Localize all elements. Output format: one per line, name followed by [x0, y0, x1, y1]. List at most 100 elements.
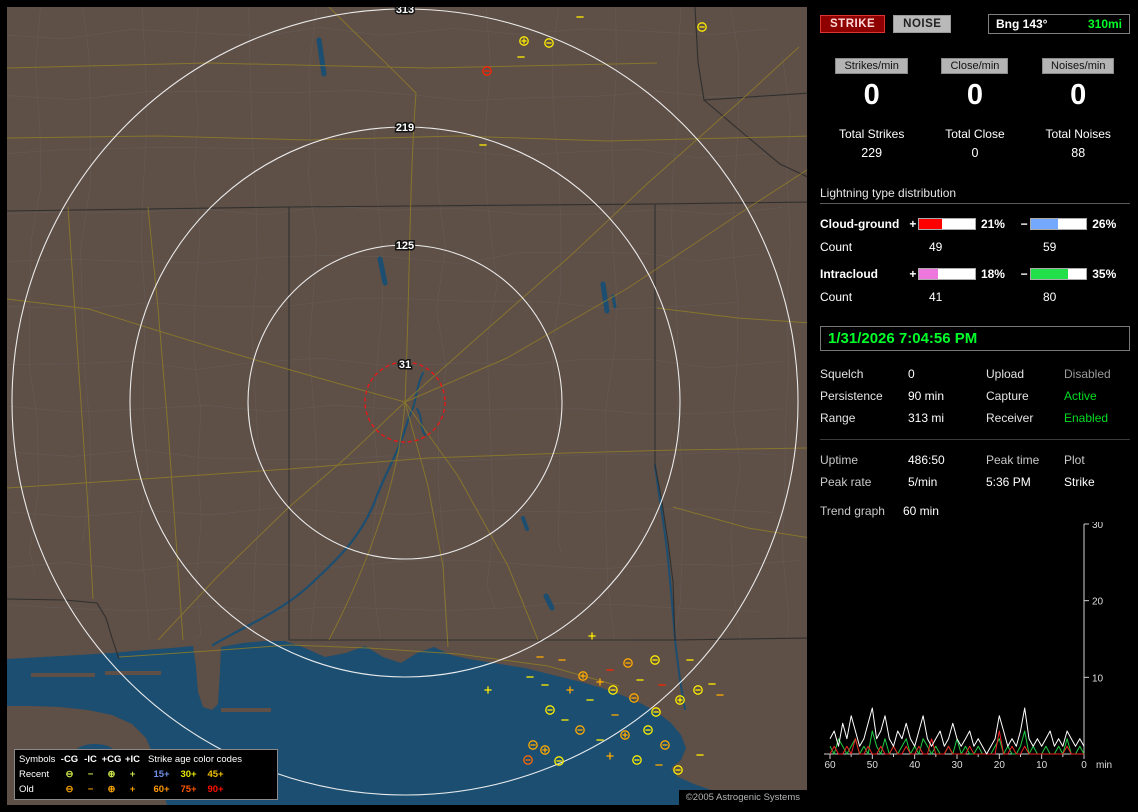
cloud-ground-label: Cloud-ground [820, 217, 907, 231]
capture-label: Capture [986, 389, 1064, 403]
squelch-value: 0 [908, 367, 986, 381]
svg-text:20: 20 [1092, 597, 1104, 608]
distribution-title: Lightning type distribution [820, 186, 1130, 204]
cg-pos-bar [918, 218, 976, 230]
ic-neg-bar [1030, 268, 1088, 280]
squelch-label: Squelch [820, 367, 908, 381]
peak-time-label: Peak time [986, 453, 1064, 467]
count-label: Count [820, 290, 919, 304]
status-panel: STRIKE NOISE Bng 143° 310mi Strikes/min … [812, 0, 1138, 812]
map-legend: Symbols -CG -IC +CG +IC Strike age color… [14, 749, 278, 800]
svg-text:125: 125 [396, 240, 414, 252]
age-75: 75+ [175, 782, 202, 797]
receiver-label: Receiver [986, 411, 1064, 425]
total-strikes-label: Total Strikes [820, 127, 923, 141]
indicator-row: STRIKE NOISE Bng 143° 310mi [820, 14, 1130, 34]
cg-pos-pct: 21% [976, 217, 1019, 231]
ic-neg-old-icon: − [80, 782, 101, 797]
divider [820, 439, 1130, 440]
uptime-value: 486:50 [908, 453, 986, 467]
age-45: 45+ [202, 767, 229, 782]
legend-symbols-label: Symbols [19, 752, 59, 767]
noises-per-min-value: 0 [1027, 79, 1130, 112]
total-close-label: Total Close [923, 127, 1026, 141]
plus-sign: + [907, 267, 918, 281]
range-label: Range [820, 411, 908, 425]
legend-col-cg-pos: +CG [101, 752, 122, 767]
ic-neg-recent-icon: − [80, 767, 101, 782]
upload-label: Upload [986, 367, 1064, 381]
intracloud-count-row: Count 41 80 [820, 290, 1130, 304]
cg-neg-old-icon: ⊖ [59, 782, 80, 797]
rate-values-row: 0 0 0 [820, 79, 1130, 112]
total-noises-label: Total Noises [1027, 127, 1130, 141]
plot-value: Strike [1064, 475, 1130, 489]
cg-neg-recent-icon: ⊖ [59, 767, 80, 782]
intracloud-row: Intracloud + 18% − 35% [820, 267, 1130, 281]
svg-text:31: 31 [399, 359, 411, 371]
trend-window-value: 60 min [903, 504, 939, 518]
age-90: 90+ [202, 782, 229, 797]
totals-labels-row: Total Strikes Total Close Total Noises [820, 127, 1130, 141]
svg-text:40: 40 [909, 760, 921, 771]
cloud-ground-count-row: Count 49 59 [820, 240, 1130, 254]
close-per-min-value: 0 [923, 79, 1026, 112]
strikes-per-min-value: 0 [820, 79, 923, 112]
svg-text:10: 10 [1092, 673, 1104, 684]
legend-old-label: Old [19, 782, 59, 797]
svg-text:20: 20 [994, 760, 1006, 771]
plot-label: Plot [1064, 453, 1130, 467]
persistence-label: Persistence [820, 389, 908, 403]
rate-counter-row: Strikes/min Close/min Noises/min [820, 58, 1130, 74]
settings-grid: Squelch 0 Upload Disabled Persistence 90… [820, 367, 1130, 425]
ic-pos-bar [918, 268, 976, 280]
legend-header-row: Symbols -CG -IC +CG +IC Strike age color… [19, 752, 273, 767]
legend-age-title: Strike age color codes [148, 752, 242, 767]
ic-pos-pct: 18% [976, 267, 1019, 281]
range-value: 310mi [1088, 17, 1122, 31]
map-canvas[interactable]: 313 219 125 31 [7, 7, 807, 805]
capture-status: Active [1064, 389, 1130, 403]
close-per-min-button[interactable]: Close/min [941, 58, 1008, 74]
svg-text:0: 0 [1081, 760, 1087, 771]
minus-sign: − [1019, 267, 1030, 281]
uptime-label: Uptime [820, 453, 908, 467]
range-setting-value: 313 mi [908, 411, 986, 425]
datetime-display: 1/31/2026 7:04:56 PM [820, 326, 1130, 351]
svg-text:219: 219 [396, 122, 414, 134]
age-60: 60+ [148, 782, 175, 797]
trend-label-row: Trend graph 60 min [820, 504, 1130, 518]
strikes-per-min-button[interactable]: Strikes/min [835, 58, 907, 74]
count-label: Count [820, 240, 919, 254]
svg-text:30: 30 [951, 760, 963, 771]
peak-rate-label: Peak rate [820, 475, 908, 489]
svg-text:min: min [1096, 760, 1112, 771]
cg-pos-recent-icon: ⊕ [101, 767, 122, 782]
total-strikes-value: 229 [820, 146, 923, 160]
cg-pos-old-icon: ⊕ [101, 782, 122, 797]
copyright-text: ©2005 Astrogenic Systems [679, 790, 807, 805]
strike-indicator-button[interactable]: STRIKE [820, 15, 885, 33]
plus-sign: + [907, 217, 918, 231]
legend-recent-row: Recent ⊖ − ⊕ + 15+ 30+ 45+ [19, 767, 273, 782]
cg-pos-count: 49 [919, 240, 1033, 254]
peak-rate-value: 5/min [908, 475, 986, 489]
stats-grid: Uptime 486:50 Peak time Plot Peak rate 5… [820, 453, 1130, 489]
legend-old-row: Old ⊖ − ⊕ + 60+ 75+ 90+ [19, 782, 273, 797]
trend-graph: 3020106050403020100min [820, 522, 1130, 780]
ic-neg-pct: 35% [1087, 267, 1130, 281]
ic-pos-count: 41 [919, 290, 1033, 304]
legend-col-ic-pos: +IC [122, 752, 143, 767]
lightning-map[interactable]: 313 219 125 31 Symbols -CG -IC +CG +IC Stri… [7, 7, 807, 805]
noise-indicator-button[interactable]: NOISE [893, 15, 951, 33]
noises-per-min-button[interactable]: Noises/min [1042, 58, 1114, 74]
cg-neg-bar [1030, 218, 1088, 230]
bearing-value: Bng 143° [996, 17, 1047, 31]
svg-text:50: 50 [867, 760, 879, 771]
ic-pos-recent-icon: + [122, 767, 143, 782]
intracloud-label: Intracloud [820, 267, 907, 281]
legend-col-cg-neg: -CG [59, 752, 80, 767]
svg-text:313: 313 [396, 7, 414, 16]
legend-recent-label: Recent [19, 767, 59, 782]
age-15: 15+ [148, 767, 175, 782]
